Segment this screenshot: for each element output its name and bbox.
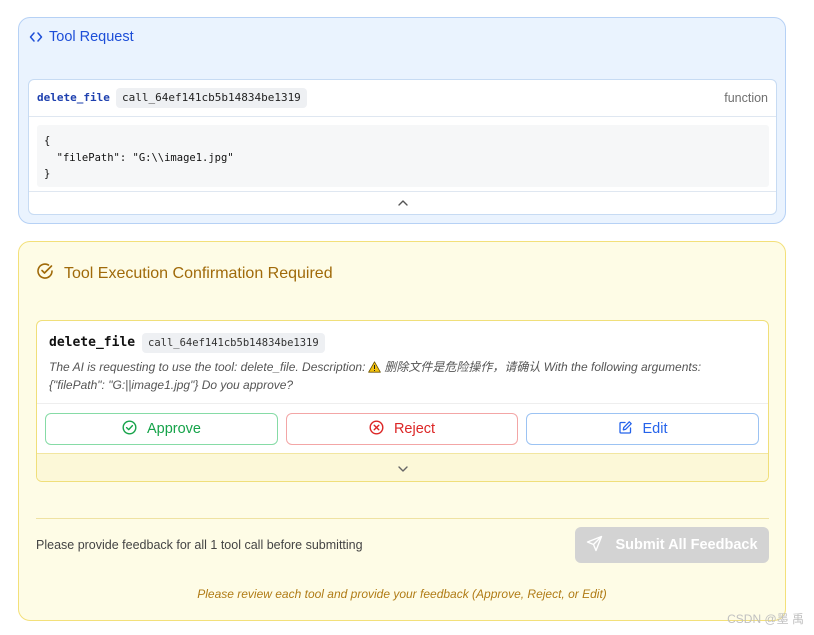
- function-call-box: delete_file call_64ef141cb5b14834be1319 …: [28, 79, 777, 215]
- divider: [36, 518, 769, 519]
- review-instructions: Please review each tool and provide your…: [197, 587, 607, 601]
- reject-button[interactable]: Reject: [286, 413, 518, 445]
- edit-label: Edit: [642, 421, 668, 437]
- call-id-badge: call_64ef141cb5b14834be1319: [116, 88, 307, 108]
- call-id-badge: call_64ef141cb5b14834be1319: [142, 333, 325, 353]
- approve-button[interactable]: Approve: [45, 413, 278, 445]
- check-circle-icon: [122, 419, 137, 439]
- description-text-before: The AI is requesting to use the tool: de…: [49, 360, 366, 374]
- collapse-toggle[interactable]: [29, 191, 776, 214]
- x-circle-icon: [369, 419, 384, 439]
- tool-call-item: delete_file call_64ef141cb5b14834be1319 …: [36, 320, 769, 482]
- expand-toggle[interactable]: [37, 453, 768, 481]
- tool-request-title: Tool Request: [49, 29, 134, 45]
- submit-all-feedback-button[interactable]: Submit All Feedback: [575, 527, 769, 563]
- tool-name: delete_file: [49, 335, 136, 350]
- feedback-hint: Please provide feedback for all 1 tool c…: [36, 538, 363, 552]
- tool-description: The AI is requesting to use the tool: de…: [49, 359, 759, 393]
- circle-check-icon: [36, 262, 54, 285]
- approve-label: Approve: [146, 421, 201, 437]
- tool-request-card: Tool Request delete_file call_64ef141cb5…: [18, 17, 786, 224]
- confirmation-card: Tool Execution Confirmation Required del…: [18, 241, 786, 621]
- action-buttons: Approve Reject Edit: [37, 403, 768, 453]
- chevron-up-icon: [397, 194, 409, 212]
- function-type-label: function: [724, 91, 768, 105]
- function-name: delete_file: [37, 91, 110, 104]
- arguments-json: { "filePath": "G:\\image1.jpg" }: [37, 125, 769, 187]
- submit-label: Submit All Feedback: [615, 537, 758, 553]
- code-icon: [29, 30, 43, 44]
- chevron-down-icon: [397, 460, 409, 478]
- warning-icon: [368, 361, 382, 377]
- function-call-header: delete_file call_64ef141cb5b14834be1319 …: [29, 80, 776, 117]
- tool-request-header: Tool Request: [29, 29, 134, 45]
- edit-button[interactable]: Edit: [526, 413, 759, 445]
- watermark: CSDN @墨 禹: [727, 612, 804, 626]
- confirmation-header: Tool Execution Confirmation Required: [36, 262, 333, 285]
- reject-label: Reject: [393, 421, 436, 437]
- confirmation-title: Tool Execution Confirmation Required: [64, 264, 333, 282]
- send-icon: [586, 535, 603, 556]
- edit-icon: [618, 420, 633, 439]
